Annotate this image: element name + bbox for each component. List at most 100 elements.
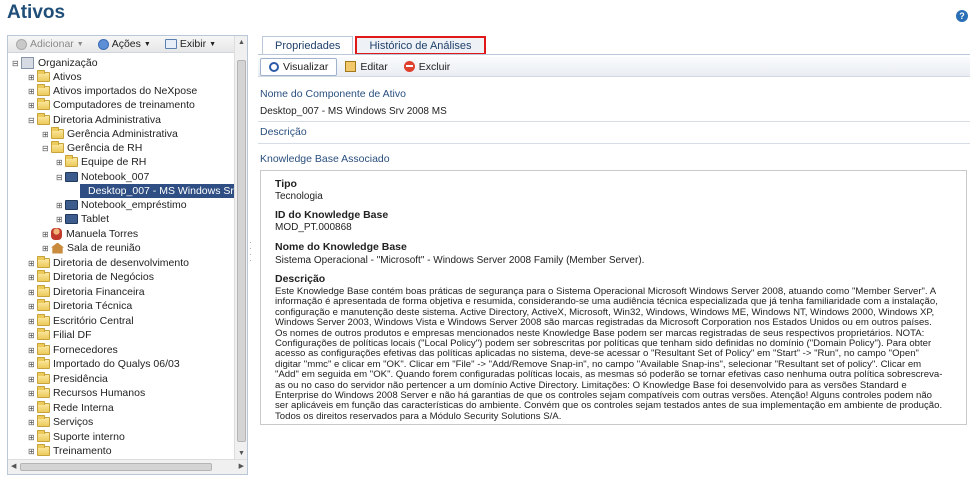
page-title: Ativos bbox=[7, 2, 66, 23]
kb-section-label: Knowledge Base Associado bbox=[260, 153, 390, 165]
actions-icon bbox=[97, 38, 109, 50]
tree-item[interactable]: ⊞ Filial DF bbox=[28, 328, 92, 342]
tree-item-organization[interactable]: ⊟ Organização bbox=[12, 56, 98, 70]
tree-item[interactable]: ⊞ Diretoria Financeira bbox=[28, 285, 145, 299]
tree-item[interactable]: ⊞ Diretoria de Negócios bbox=[28, 270, 154, 284]
folder-icon bbox=[37, 70, 50, 82]
add-label: Adicionar bbox=[30, 38, 74, 50]
tree-item[interactable]: ⊞ Ativos bbox=[28, 70, 82, 84]
knowledge-base-box: Tipo Tecnologia ID do Knowledge Base MOD… bbox=[260, 170, 967, 425]
chevron-down-icon: ▼ bbox=[76, 40, 84, 48]
tree-item[interactable]: ⊞ Tablet bbox=[56, 212, 109, 226]
folder-icon bbox=[37, 415, 50, 427]
tree-item[interactable]: ⊟ Notebook_007 bbox=[56, 170, 149, 184]
delete-icon bbox=[403, 61, 415, 72]
folder-icon bbox=[37, 98, 50, 110]
delete-button[interactable]: Excluir bbox=[396, 58, 459, 76]
tab-underline bbox=[258, 54, 970, 55]
chevron-down-icon: ▼ bbox=[143, 40, 151, 48]
edit-button[interactable]: Editar bbox=[337, 58, 395, 76]
folder-icon bbox=[37, 401, 50, 413]
edit-icon bbox=[345, 61, 357, 72]
panel-splitter[interactable]: · · · · bbox=[248, 35, 254, 475]
folder-icon bbox=[37, 84, 50, 96]
tree-item[interactable]: ⊞ Fornecedores bbox=[28, 343, 118, 357]
tree-item[interactable]: ⊞ Presidência bbox=[28, 372, 108, 386]
tree-vertical-scrollbar[interactable]: ▲ ▼ bbox=[234, 36, 247, 459]
folder-icon bbox=[51, 141, 64, 153]
scroll-thumb[interactable] bbox=[20, 463, 212, 471]
tree-item[interactable]: ⊞ Equipe de RH bbox=[56, 155, 146, 169]
tree-item[interactable]: ⊟ Diretoria Administrativa bbox=[28, 113, 161, 127]
tab-analysis-history[interactable]: Histórico de Análises bbox=[355, 36, 486, 55]
tree-item[interactable]: ⊞ Ativos importados do NeXpose bbox=[28, 84, 197, 98]
organization-icon bbox=[21, 57, 34, 69]
scroll-up-icon[interactable]: ▲ bbox=[235, 39, 247, 46]
tree-item[interactable]: ⊞ Rede Interna bbox=[28, 401, 114, 415]
tree-item[interactable]: ⊞ Sala de reunião bbox=[42, 241, 141, 255]
kb-id-label: ID do Knowledge Base bbox=[275, 209, 389, 221]
tab-properties[interactable]: Propriedades bbox=[262, 36, 354, 55]
tablet-icon bbox=[65, 214, 78, 224]
tree-item[interactable]: ⊞ Recursos Humanos bbox=[28, 386, 145, 400]
actions-label: Ações bbox=[111, 38, 141, 50]
kb-type-value: Tecnologia bbox=[275, 191, 323, 202]
laptop-icon bbox=[65, 172, 78, 182]
kb-description-label: Descrição bbox=[275, 273, 326, 285]
tree-item[interactable]: ⊞ Manuela Torres bbox=[42, 227, 138, 241]
add-icon bbox=[16, 38, 27, 50]
folder-icon bbox=[37, 285, 50, 297]
divider bbox=[258, 121, 970, 122]
folder-icon bbox=[37, 343, 50, 355]
laptop-icon bbox=[65, 200, 78, 210]
folder-icon bbox=[37, 430, 50, 442]
splitter-grip-icon: · · · · bbox=[249, 238, 252, 265]
divider bbox=[258, 143, 970, 144]
kb-id-value: MOD_PT.000868 bbox=[275, 222, 352, 233]
component-name-value: Desktop_007 - MS Windows Srv 2008 MS bbox=[260, 106, 447, 117]
tree-toolbar: Adicionar ▼ Ações ▼ Exibir ▼ bbox=[8, 36, 247, 53]
folder-icon bbox=[37, 372, 50, 384]
tree-item[interactable]: ⊞ Importado do Qualys 06/03 bbox=[28, 357, 180, 371]
help-icon[interactable]: ? bbox=[956, 10, 968, 22]
magnifier-icon bbox=[269, 61, 279, 72]
folder-icon bbox=[37, 113, 50, 125]
action-toolbar: Visualizar Editar Excluir bbox=[258, 57, 970, 77]
tree-horizontal-scrollbar[interactable]: ◀ ▶ bbox=[8, 459, 247, 474]
folder-icon bbox=[37, 444, 50, 456]
house-icon bbox=[51, 242, 64, 254]
folder-icon bbox=[37, 256, 50, 268]
folder-icon bbox=[37, 386, 50, 398]
scroll-thumb[interactable] bbox=[237, 60, 246, 442]
tree-item[interactable]: ⊞ Suporte interno bbox=[28, 430, 125, 444]
scroll-down-icon[interactable]: ▼ bbox=[235, 450, 247, 457]
tree-item[interactable]: ⊞ Gerência Administrativa bbox=[42, 127, 178, 141]
chevron-down-icon: ▼ bbox=[209, 40, 217, 48]
folder-icon bbox=[37, 314, 50, 326]
kb-name-value: Sistema Operacional - "Microsoft" - Wind… bbox=[275, 255, 645, 266]
tree-item-selected[interactable]: Desktop_007 - MS Windows Srv 20 bbox=[80, 184, 235, 198]
tree-item[interactable]: ⊞ Diretoria Técnica bbox=[28, 299, 132, 313]
folder-icon bbox=[37, 357, 50, 369]
tree-item[interactable]: ⊞ Escritório Central bbox=[28, 314, 134, 328]
folder-icon bbox=[51, 127, 64, 139]
tree-item[interactable]: ⊞ Serviços bbox=[28, 415, 93, 429]
collapse-icon[interactable]: ⊟ bbox=[12, 59, 21, 68]
folder-icon bbox=[65, 155, 78, 167]
scroll-left-icon[interactable]: ◀ bbox=[11, 462, 16, 470]
asset-tree-panel: Adicionar ▼ Ações ▼ Exibir ▼ ⊟ Organizaç… bbox=[7, 35, 248, 475]
tree-item[interactable]: ⊞ Treinamento bbox=[28, 444, 112, 458]
tree-item[interactable]: ⊞ Diretoria de desenvolvimento bbox=[28, 256, 189, 270]
kb-type-label: Tipo bbox=[275, 178, 297, 190]
tab-bar: Propriedades Histórico de Análises bbox=[262, 36, 488, 55]
view-menu-button[interactable]: Exibir ▼ bbox=[164, 38, 217, 50]
actions-menu-button[interactable]: Ações ▼ bbox=[97, 38, 151, 50]
tree-item[interactable]: ⊞ Notebook_empréstimo bbox=[56, 198, 187, 212]
scroll-right-icon[interactable]: ▶ bbox=[239, 462, 244, 470]
view-button[interactable]: Visualizar bbox=[260, 57, 338, 76]
tree-item[interactable]: ⊟ Gerência de RH bbox=[42, 141, 142, 155]
add-menu-button[interactable]: Adicionar ▼ bbox=[16, 38, 84, 50]
tree-item[interactable]: ⊞ Computadores de treinamento bbox=[28, 98, 195, 112]
kb-name-label: Nome do Knowledge Base bbox=[275, 241, 407, 253]
asset-tree: ⊟ Organização ⊞ Ativos ⊞ Ativos importados… bbox=[8, 54, 235, 459]
